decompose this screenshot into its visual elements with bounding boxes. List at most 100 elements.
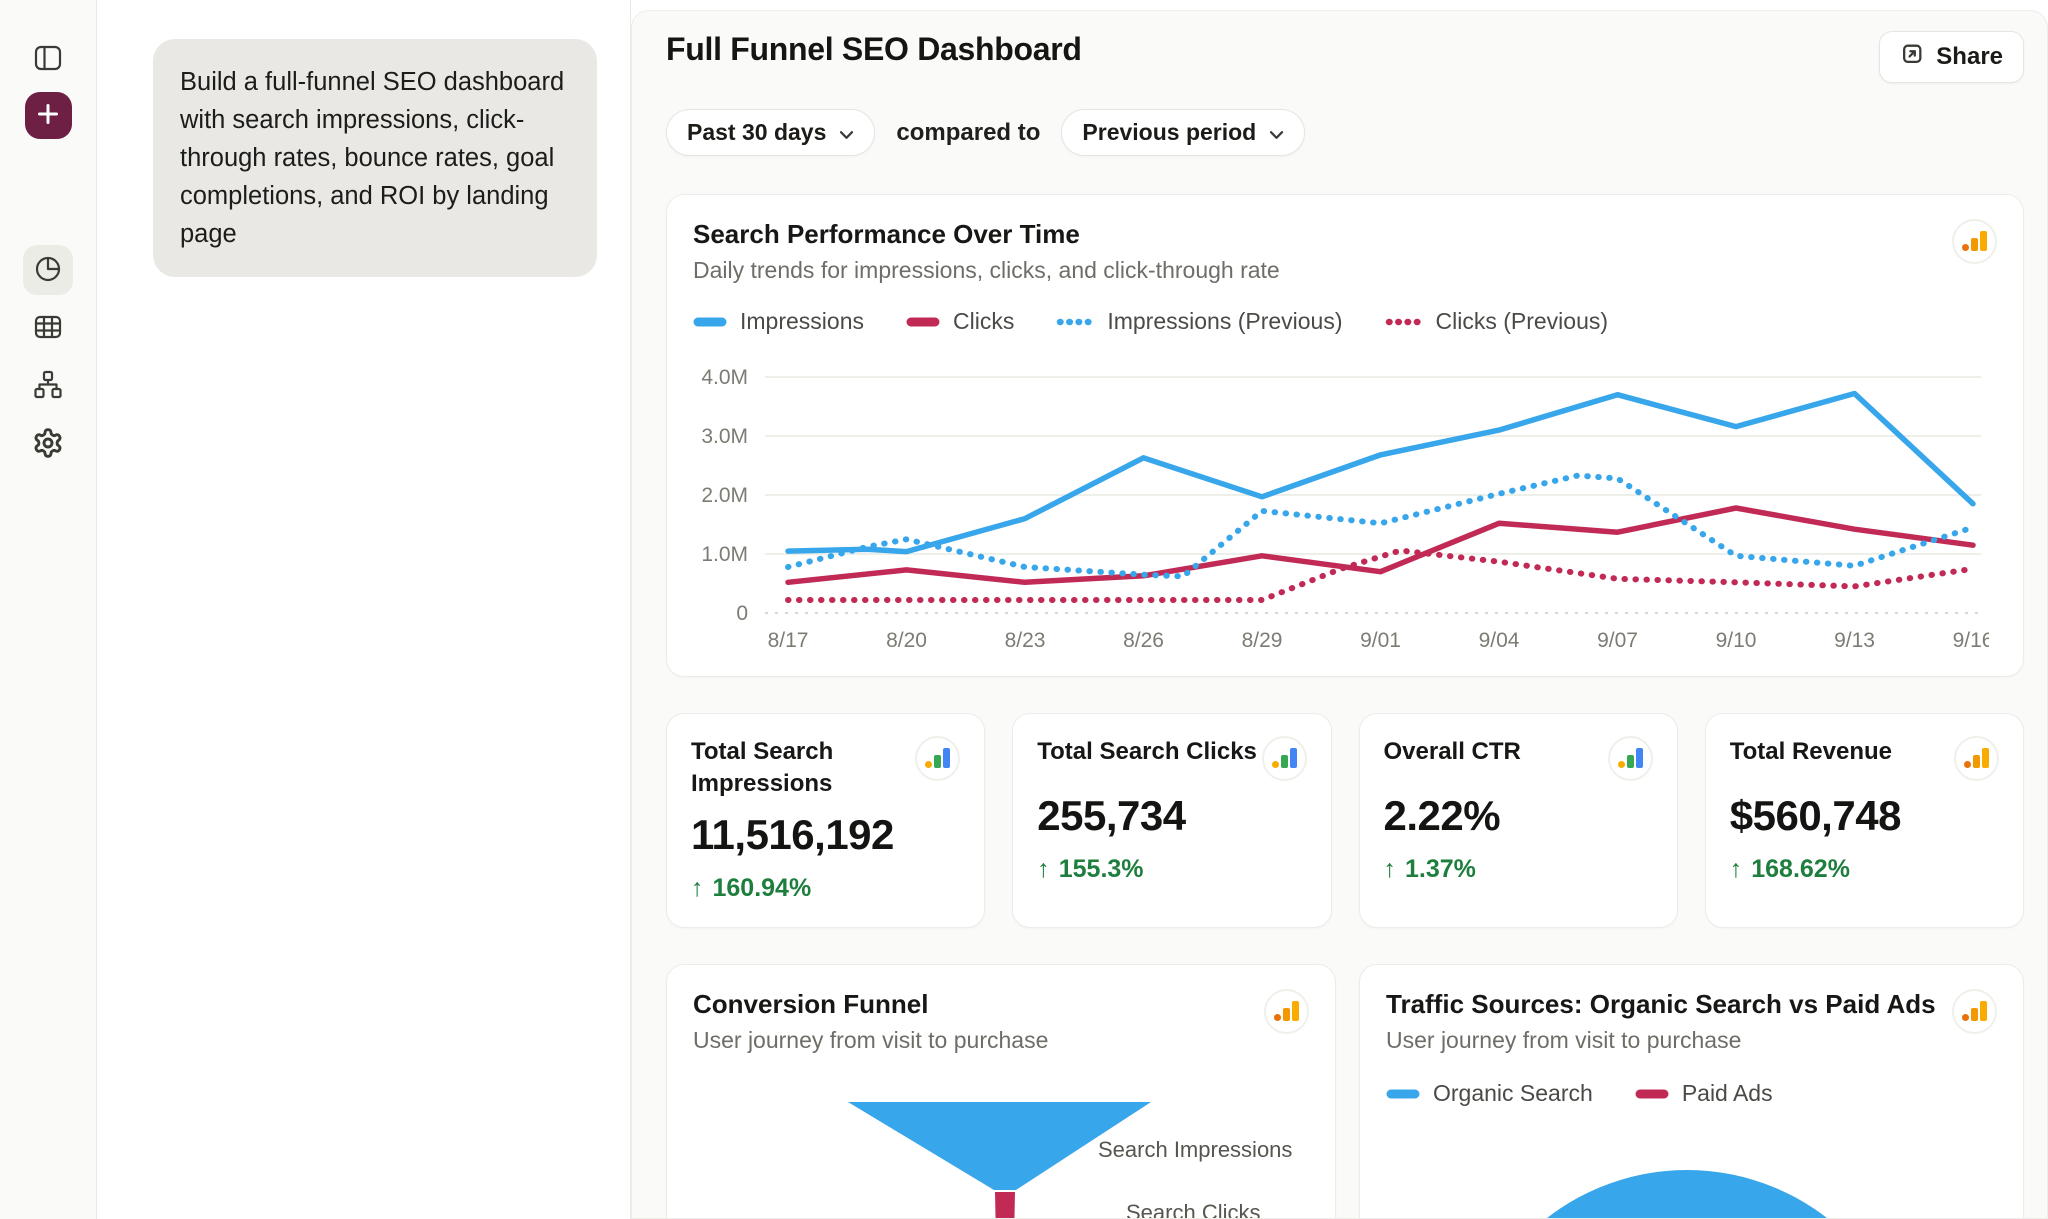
chart-title: Search Performance Over Time bbox=[693, 219, 1280, 250]
svg-text:9/16: 9/16 bbox=[1953, 629, 1989, 652]
svg-text:8/29: 8/29 bbox=[1242, 629, 1283, 652]
analytics-source-icon bbox=[1264, 989, 1309, 1034]
legend-label: Impressions bbox=[740, 308, 864, 335]
funnel-subtitle: User journey from visit to purchase bbox=[693, 1027, 1048, 1054]
funnel-title: Conversion Funnel bbox=[693, 989, 1048, 1020]
traffic-legend: Organic Search Paid Ads bbox=[1386, 1080, 1997, 1107]
sitemap-icon bbox=[31, 368, 65, 405]
svg-text:8/20: 8/20 bbox=[886, 629, 927, 652]
search-performance-card: Search Performance Over Time Daily trend… bbox=[666, 194, 2024, 677]
chart-subtitle: Daily trends for impressions, clicks, an… bbox=[693, 257, 1280, 284]
bottom-row: Conversion Funnel User journey from visi… bbox=[666, 964, 2024, 1219]
stat-card-total-search-clicks: Total Search Clicks 255,734 ↑ 155.3% bbox=[1012, 713, 1331, 928]
share-label: Share bbox=[1936, 43, 2003, 71]
legend-swatch-clicks-previous bbox=[1385, 316, 1423, 328]
chevron-down-icon bbox=[1269, 119, 1284, 146]
stat-title: Overall CTR bbox=[1384, 736, 1521, 768]
legend-swatch-paid-ads bbox=[1635, 1088, 1669, 1100]
rail-item-table[interactable] bbox=[23, 303, 73, 353]
settings-gear-icon bbox=[32, 427, 64, 462]
stat-delta-value: 1.37% bbox=[1405, 855, 1476, 884]
filter-bar: Past 30 days compared to Previous period bbox=[666, 109, 2024, 156]
funnel-stage-clicks bbox=[995, 1192, 1015, 1219]
stat-delta: ↑ 155.3% bbox=[1037, 855, 1306, 884]
stat-delta: ↑ 1.37% bbox=[1384, 855, 1653, 884]
rail-item-charts[interactable] bbox=[23, 245, 73, 295]
analytics-source-icon bbox=[1952, 219, 1997, 264]
svg-text:1.0M: 1.0M bbox=[701, 543, 748, 566]
stat-title: Total Revenue bbox=[1730, 736, 1892, 768]
stat-value: 11,516,192 bbox=[691, 811, 960, 859]
compare-label: compared to bbox=[896, 119, 1040, 147]
share-button[interactable]: Share bbox=[1879, 31, 2024, 83]
svg-text:8/26: 8/26 bbox=[1123, 629, 1164, 652]
analytics-source-icon bbox=[915, 736, 960, 781]
dashboard-canvas: Full Funnel SEO Dashboard Share Past 30 … bbox=[631, 0, 2048, 1219]
svg-text:4.0M: 4.0M bbox=[701, 366, 748, 389]
stat-value: 2.22% bbox=[1384, 792, 1653, 840]
stat-delta-value: 155.3% bbox=[1059, 855, 1144, 884]
stats-row: Total Search Impressions 11,516,192 ↑ 16… bbox=[666, 713, 2024, 928]
svg-text:8/17: 8/17 bbox=[768, 629, 809, 652]
prompt-bubble: Build a full-funnel SEO dashboard with s… bbox=[153, 39, 597, 277]
pie-chart bbox=[1459, 1170, 1915, 1219]
svg-text:9/01: 9/01 bbox=[1360, 629, 1401, 652]
card-head: Search Performance Over Time Daily trend… bbox=[693, 219, 1997, 284]
legend-swatch-clicks bbox=[906, 316, 940, 328]
legend-label: Clicks bbox=[953, 308, 1014, 335]
svg-text:9/04: 9/04 bbox=[1479, 629, 1520, 652]
analytics-source-icon bbox=[1954, 736, 1999, 781]
new-dashboard-button[interactable] bbox=[25, 92, 72, 139]
conversion-funnel-card: Conversion Funnel User journey from visi… bbox=[666, 964, 1336, 1219]
app-root: Build a full-funnel SEO dashboard with s… bbox=[0, 0, 2048, 1219]
analytics-source-icon bbox=[1262, 736, 1307, 781]
svg-text:0: 0 bbox=[736, 602, 748, 625]
share-icon bbox=[1900, 41, 1925, 73]
up-arrow-icon: ↑ bbox=[1037, 855, 1050, 884]
stat-delta-value: 160.94% bbox=[713, 874, 812, 903]
up-arrow-icon: ↑ bbox=[1384, 855, 1397, 884]
legend-label: Impressions (Previous) bbox=[1107, 308, 1342, 335]
page-header: Full Funnel SEO Dashboard Share bbox=[666, 31, 2024, 83]
page-title: Full Funnel SEO Dashboard bbox=[666, 31, 1082, 68]
legend-item-impressions: Impressions bbox=[693, 308, 864, 335]
date-range-value: Past 30 days bbox=[687, 119, 826, 146]
stat-value: 255,734 bbox=[1037, 792, 1306, 840]
analytics-source-icon bbox=[1608, 736, 1653, 781]
funnel-stage-label: Search Clicks bbox=[1126, 1200, 1260, 1219]
compare-period-value: Previous period bbox=[1082, 119, 1256, 146]
stat-card-total-search-impressions: Total Search Impressions 11,516,192 ↑ 16… bbox=[666, 713, 985, 928]
legend-item-clicks-previous: Clicks (Previous) bbox=[1385, 308, 1609, 335]
legend-item-impressions-previous: Impressions (Previous) bbox=[1056, 308, 1342, 335]
svg-text:9/10: 9/10 bbox=[1716, 629, 1757, 652]
legend-swatch-impressions-previous bbox=[1056, 316, 1094, 328]
stat-delta: ↑ 168.62% bbox=[1730, 855, 1999, 884]
pie-chart-icon bbox=[31, 252, 65, 289]
icon-rail bbox=[0, 0, 97, 1219]
stat-delta-value: 168.62% bbox=[1751, 855, 1850, 884]
legend-item-paid-ads: Paid Ads bbox=[1635, 1080, 1773, 1107]
chart-legend: Impressions Clicks Impressions (Previous… bbox=[693, 308, 1997, 335]
stat-value: $560,748 bbox=[1730, 792, 1999, 840]
prompt-panel: Build a full-funnel SEO dashboard with s… bbox=[97, 0, 631, 1219]
stat-title: Total Search Clicks bbox=[1037, 736, 1257, 768]
stat-delta: ↑ 160.94% bbox=[691, 874, 960, 903]
funnel-stage-label: Search Impressions bbox=[1098, 1137, 1292, 1163]
traffic-sources-card: Traffic Sources: Organic Search vs Paid … bbox=[1359, 964, 2024, 1219]
up-arrow-icon: ↑ bbox=[691, 874, 704, 903]
traffic-title: Traffic Sources: Organic Search vs Paid … bbox=[1386, 989, 1936, 1020]
dashboard-surface: Full Funnel SEO Dashboard Share Past 30 … bbox=[631, 10, 2048, 1219]
rail-item-settings[interactable] bbox=[23, 419, 73, 469]
line-chart: 01.0M2.0M3.0M4.0M8/178/208/238/268/299/0… bbox=[693, 347, 1989, 669]
legend-swatch-impressions bbox=[693, 316, 727, 328]
plus-icon bbox=[35, 101, 61, 130]
rail-item-sitemap[interactable] bbox=[23, 361, 73, 411]
legend-label: Paid Ads bbox=[1682, 1080, 1773, 1107]
legend-label: Organic Search bbox=[1433, 1080, 1593, 1107]
traffic-subtitle: User journey from visit to purchase bbox=[1386, 1027, 1936, 1054]
svg-text:9/13: 9/13 bbox=[1834, 629, 1875, 652]
date-range-select[interactable]: Past 30 days bbox=[666, 109, 875, 156]
svg-text:3.0M: 3.0M bbox=[701, 425, 748, 448]
compare-period-select[interactable]: Previous period bbox=[1061, 109, 1305, 156]
sidebar-toggle-button[interactable] bbox=[23, 34, 73, 84]
